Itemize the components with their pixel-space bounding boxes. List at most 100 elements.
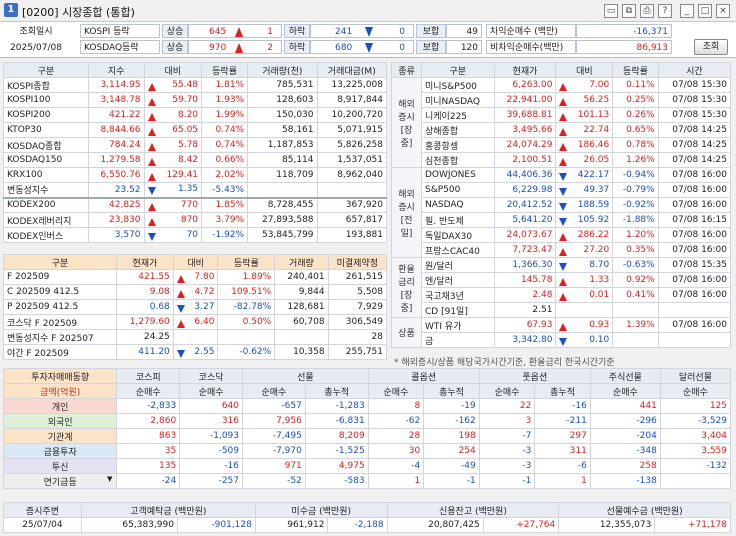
futures-row[interactable]: P 202509 412.5 0.68 3.27 -82.78% 128,681 7,92… [3,299,388,315]
overseas-rate: 0.92% [612,272,659,288]
index-row[interactable]: KOSPI종합 3,114.95 55.48 1.81% 785,531 13,225,0… [3,77,388,93]
overseas-row[interactable]: 니케이225 39,688.81 101.13 0.26% 07/08 15:30 [392,107,732,123]
overseas-name: 심천종합 [421,152,495,168]
investor-category: 기관계 [2,428,118,444]
investor-row[interactable]: 외국인 2,860 316 7,956 -6,831 -62 -162 3 -211 -296 -3… [2,413,732,429]
index-row[interactable]: 변동성지수 23.52 1.35 -5.43% [3,182,388,198]
help-icon[interactable]: ? [658,4,672,18]
investor-value: -204 [589,428,661,444]
overseas-row[interactable]: 해외 증시 [장중] 미니S&P500 6,263.00 7.00 0.11% 07/08… [391,77,732,168]
minimize-icon[interactable]: _ [680,4,694,18]
index-row[interactable]: KOSPI100 3,148.78 59.70 1.93% 128,603 8,917,8… [3,92,388,108]
overseas-row[interactable]: NASDAQ 20,412.52 188.59 -0.92% 07/08 16:00 [392,197,732,213]
index-row[interactable]: KRX100 6,550.76 129.41 2.02% 118,709 8,962,04… [3,167,388,183]
investor-subheader: 순매수 [179,383,244,399]
overseas-time: 07/08 16:00 [657,272,732,288]
down-arrow-icon [559,187,568,196]
overseas-rate: 0.11% [612,77,659,93]
futures-price: 0.68 [115,299,174,315]
index-volume [247,182,318,198]
etf-row[interactable]: KODEX200 42,825 770 1.85% 8,728,455 367,920 [3,196,388,213]
index-change: 65.05 [143,122,203,138]
overseas-row[interactable]: 상해종합 3,495.66 22.74 0.65% 07/08 14:25 [392,122,732,138]
overseas-row[interactable]: 필. 반도체 5,641.20 105.92 -1.88% 07/08 16:15 [392,212,732,228]
unpaid-change: -2,188 [327,517,388,533]
investor-row[interactable]: 기관계 863 -1,093 -7,495 8,209 28 198 -7 297 -204 3,4… [2,428,732,444]
investor-value: -6 [534,458,591,474]
overseas-name: 원/달러 [421,257,495,273]
overseas-row[interactable]: CD [91일] 2.51 [392,302,732,318]
index-row[interactable]: KOSPI200 421.22 8.20 1.99% 150,030 10,200,720 [3,107,388,123]
query-button[interactable]: 조회 [694,39,728,55]
index-header-cell: 구분 [3,62,89,78]
etf-amount: 657,817 [316,212,388,228]
futures-row[interactable]: 코스닥 F 202509 1,279.60 6.40 0.50% 60,708 306,5… [3,314,388,330]
investor-value: 316 [179,413,244,429]
index-row[interactable]: KOSDAQ150 1,279.58 8.42 0.66% 85,114 1,537,05… [3,152,388,168]
market-summary-bar: 조회일시 2025/07/08 KOSPI 등락 KOSDAQ등락 상승 상승 … [0,22,736,58]
overseas-row[interactable]: 프랑스CAC40 7,723.47 27.20 0.35% 07/08 16:00 [392,242,732,258]
overseas-name: 홍콩항셍 [421,137,495,153]
overseas-row[interactable]: 환율 금리 [장중] 원/달러 1,366.30 8.70 -0.63% 07/08 15… [391,257,732,318]
up-arrow-icon [235,27,243,37]
overseas-row[interactable]: 엔/달러 145.78 1.33 0.92% 07/08 16:00 [392,272,732,288]
maximize-icon[interactable]: □ [698,4,712,18]
index-row[interactable]: KTOP30 8,844.66 65.05 0.74% 58,161 5,071,915 [3,122,388,138]
overseas-row[interactable]: 금 3,342.80 0.10 [392,332,732,348]
overseas-change-value: 286.22 [577,229,610,240]
overseas-time: 07/08 16:00 [657,182,732,198]
overseas-rate: 0.25% [612,92,659,108]
overseas-price: 5,641.20 [493,212,557,228]
futures-row[interactable]: 변동성지수 F 202507 24.25 28 [3,329,388,345]
investor-row[interactable]: 투신 135 -16 971 4,975 -4 -49 -3 -6 258 -132 [2,458,732,474]
index-name: KOSPI100 [3,92,89,108]
overseas-row[interactable]: 해외 증시 [전일] DOWJONES 44,406.36 422.17 -0.94% 0… [391,167,732,258]
investor-value: -19 [423,398,480,414]
down-arrow-icon [559,217,568,226]
etf-name: KODEX레버리지 [3,212,89,228]
overseas-row[interactable]: 미니NASDAQ 22,941.00 56.25 0.25% 07/08 15:30 [392,92,732,108]
close-icon[interactable]: × [716,4,730,18]
etf-row[interactable]: KODEX레버리지 23,830 870 3.79% 27,893,588 657,817 [3,212,388,228]
index-rate: -5.43% [201,182,249,198]
futures-volume: 9,844 [274,284,329,300]
investor-row[interactable]: 개인 -2,833 640 -657 -1,283 8 -19 22 -16 441 125 [2,398,732,414]
index-change: 55.48 [143,77,203,93]
index-header-cell: 거래대금(M) [316,62,388,78]
futures-header-cell: 미결제약정 [327,254,388,270]
dock-icon[interactable]: ▭ [604,4,618,18]
investor-row[interactable]: 연기금등 ▼ -24 -257 -52 -583 1 -1 -1 1 -138 [2,473,732,489]
copy-icon[interactable]: ⧉ [622,4,636,18]
futures-row[interactable]: C 202509 412.5 9.08 4.72 109.51% 9,844 5,508 [3,284,388,300]
investor-row[interactable]: 금융투자 35 -509 -7,970 -1,525 30 254 -3 311 -348 3,55… [2,443,732,459]
etf-row[interactable]: KODEX인버스 3,570 70 -1.92% 53,845,799 193,881 [3,227,388,243]
overseas-row[interactable]: 심천종합 2,100.51 26.05 1.26% 07/08 14:25 [392,152,732,168]
up-label: 상승 [162,40,188,54]
investor-subheader: 총누적 [304,383,369,399]
overseas-row[interactable]: S&P500 6,229.98 49.37 -0.79% 07/08 16:00 [392,182,732,198]
overseas-row[interactable]: 홍콩항셍 24,074.29 186.46 0.78% 07/08 14:25 [392,137,732,153]
futures-row[interactable]: F 202509 421.55 7.80 1.89% 240,401 261,515 [3,269,388,285]
futures-row[interactable]: 야간 F 202509 411.20 2.55 -0.62% 10,358 255,751 [3,344,388,360]
print-icon[interactable]: ⎙ [640,4,654,18]
overseas-name: S&P500 [421,182,495,198]
index-row[interactable]: KOSDAQ종합 784.24 5.78 0.74% 1,187,853 5,826,25… [3,137,388,153]
index-volume: 118,709 [247,167,318,183]
futures-name: 야간 F 202509 [3,344,117,360]
overseas-header-cell: 대비 [555,62,614,78]
overseas-name: 미니S&P500 [421,77,495,93]
chevron-down-icon[interactable]: ▼ [107,475,112,483]
overseas-change-value: 56.25 [583,94,610,105]
index-header-cell: 지수 [87,62,145,78]
overseas-row[interactable]: 국고채3년 2.48 0.01 0.41% 07/08 16:00 [392,287,732,303]
index-amount [316,182,388,198]
overseas-row[interactable]: 상품 WTI 유가 67.93 0.93 1.39% 07/08 16:00 [391,317,732,348]
overseas-row[interactable]: 독일DAX30 24,073.67 286.22 1.20% 07/08 16:00 [392,227,732,243]
overseas-price: 24,073.67 [493,227,557,243]
index-price: 8,844.66 [87,122,145,138]
etf-name: KODEX인버스 [3,227,89,243]
investor-value: -3 [478,443,536,459]
non-arbitrage-value: 86,913 [576,40,672,54]
amount-unit-label: 금액(억원) [2,383,118,399]
investor-value: 1 [367,473,425,489]
